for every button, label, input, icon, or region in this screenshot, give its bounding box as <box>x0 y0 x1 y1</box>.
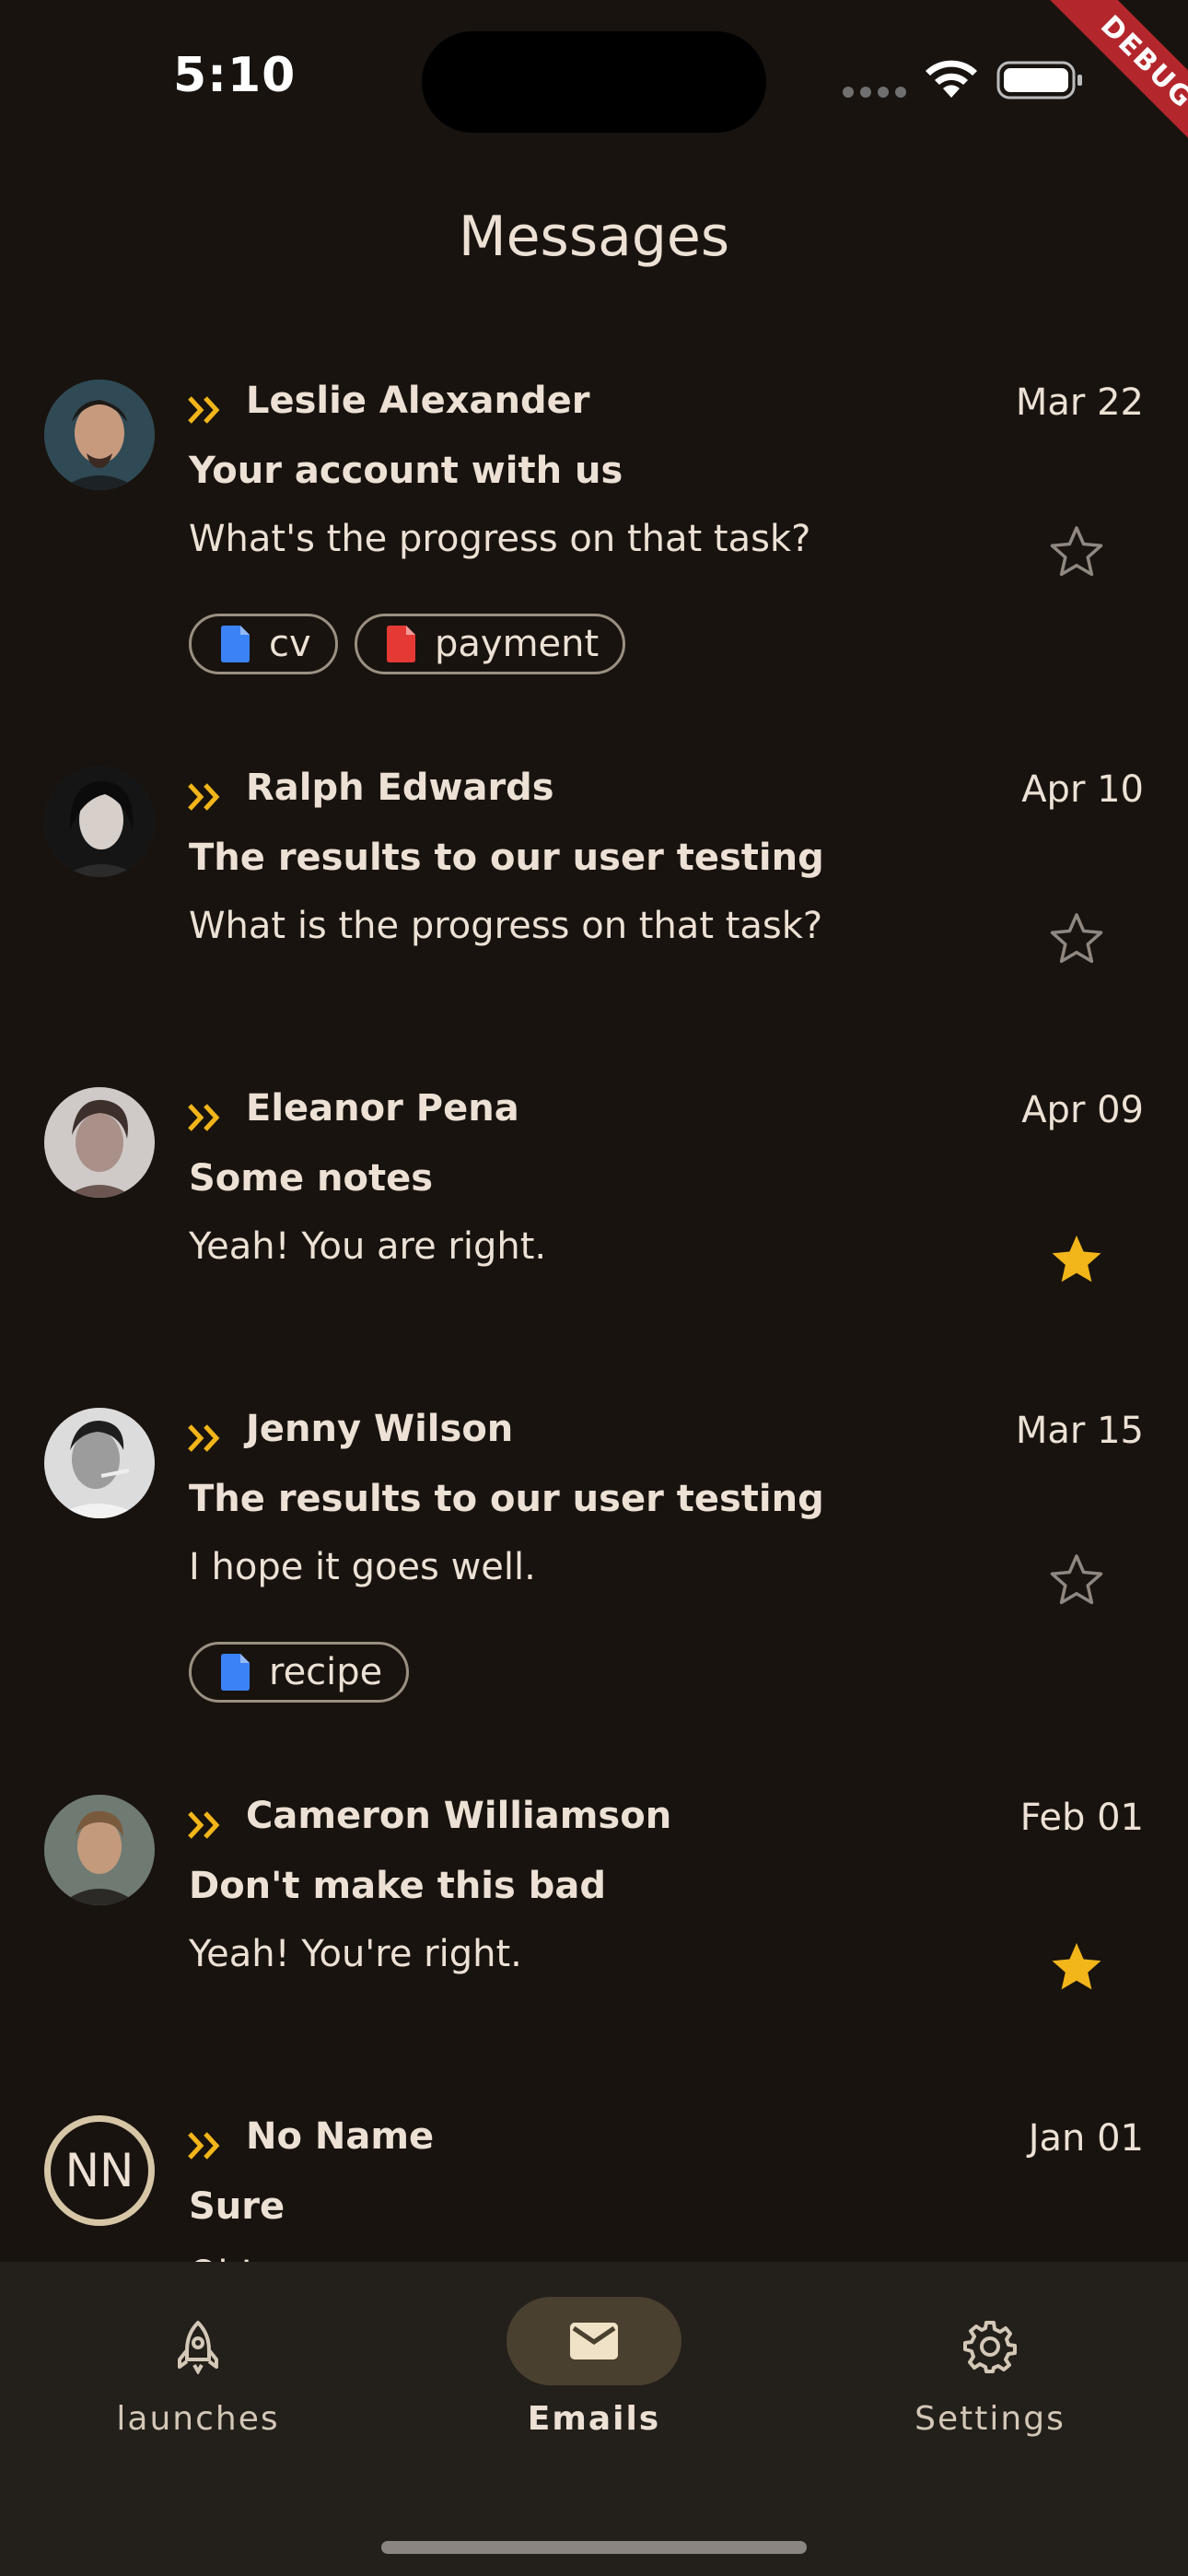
email-list-item[interactable]: Jenny Wilson Mar 15 The results to our u… <box>0 1388 1188 1756</box>
email-preview: What is the progress on that task? <box>189 905 823 947</box>
email-sender: No Name <box>246 2115 435 2158</box>
double-chevron-right-icon <box>188 2132 220 2160</box>
email-sender: Eleanor Pena <box>246 1087 519 1130</box>
gear-icon <box>963 2321 1017 2373</box>
dynamic-island <box>422 31 766 133</box>
avatar-photo <box>44 380 155 490</box>
double-chevron-right-icon <box>188 396 220 424</box>
email-subject: Some notes <box>189 1157 434 1200</box>
attachment-chip[interactable]: cv <box>189 614 338 674</box>
attachment-chip[interactable]: payment <box>355 614 626 674</box>
email-preview: What's the progress on that task? <box>189 518 811 560</box>
avatar-photo <box>44 767 155 877</box>
avatar-initials[interactable]: NN <box>44 2115 155 2226</box>
avatar[interactable] <box>44 1408 155 1518</box>
mail-icon <box>570 2323 618 2359</box>
attachment-label: payment <box>435 623 600 665</box>
email-preview: I hope it goes well. <box>189 1546 536 1588</box>
avatar[interactable] <box>44 380 155 490</box>
email-subject: Your account with us <box>189 450 623 492</box>
bottom-navigation-bar: launches Emails Settings <box>0 2262 1188 2576</box>
star-filled-icon[interactable] <box>1048 1938 1105 1996</box>
nav-label: Settings <box>914 2400 1066 2438</box>
nav-item-launches[interactable]: launches <box>60 2297 336 2453</box>
email-list[interactable]: Leslie Alexander Mar 22 Your account wit… <box>0 341 1188 2262</box>
star-outline-icon[interactable] <box>1048 910 1105 967</box>
nav-item-settings[interactable]: Settings <box>852 2297 1128 2453</box>
cellular-signal-icon <box>843 87 907 98</box>
email-preview: Ok! <box>189 2254 254 2262</box>
avatar[interactable] <box>44 1087 155 1198</box>
email-date: Apr 10 <box>1021 768 1144 811</box>
email-sender: Leslie Alexander <box>246 380 590 422</box>
nav-label: launches <box>116 2400 280 2438</box>
email-sender: Cameron Williamson <box>246 1795 672 1837</box>
avatar[interactable] <box>44 1795 155 1905</box>
email-subject: The results to our user testing <box>189 837 824 879</box>
attachment-chip[interactable]: recipe <box>189 1642 410 1703</box>
wifi-icon <box>926 60 977 98</box>
file-icon <box>221 1654 250 1691</box>
email-date: Apr 09 <box>1021 1089 1144 1131</box>
double-chevron-right-icon <box>188 1424 220 1452</box>
avatar-photo <box>44 1087 155 1198</box>
status-time: 5:10 <box>173 48 297 103</box>
star-outline-icon[interactable] <box>1048 523 1105 580</box>
avatar-photo <box>44 1408 155 1518</box>
star-outline-icon[interactable] <box>1048 1551 1105 1609</box>
battery-icon <box>996 61 1082 100</box>
email-sender: Ralph Edwards <box>246 767 554 809</box>
nav-label: Emails <box>527 2400 661 2438</box>
nav-item-emails[interactable]: Emails <box>456 2297 732 2453</box>
email-preview: Yeah! You're right. <box>189 1933 522 1975</box>
email-date: Mar 15 <box>1015 1410 1144 1452</box>
avatar[interactable] <box>44 767 155 877</box>
email-subject: Don't make this bad <box>189 1865 607 1907</box>
double-chevron-right-icon <box>188 1104 220 1131</box>
email-subject: The results to our user testing <box>189 1478 824 1520</box>
file-icon <box>387 626 415 662</box>
page-title: Messages <box>458 205 730 269</box>
email-list-item[interactable]: NN No Name Jan 01 Sure Ok! <box>0 2095 1188 2262</box>
email-date: Mar 22 <box>1015 381 1144 424</box>
email-list-item[interactable]: Eleanor Pena Apr 09 Some notes Yeah! You… <box>0 1067 1188 1362</box>
avatar-photo <box>44 1795 155 1905</box>
attachment-label: recipe <box>269 1651 383 1693</box>
email-list-item[interactable]: Leslie Alexander Mar 22 Your account wit… <box>0 359 1188 728</box>
email-list-item[interactable]: Ralph Edwards Apr 10 The results to our … <box>0 746 1188 1041</box>
home-indicator[interactable] <box>381 2541 807 2554</box>
attachment-label: cv <box>269 623 311 665</box>
email-subject: Sure <box>189 2185 285 2228</box>
rocket-icon <box>178 2321 218 2374</box>
email-date: Jan 01 <box>1028 2117 1144 2160</box>
status-bar: 5:10 DEBUG <box>0 0 1188 181</box>
email-list-item[interactable]: Cameron Williamson Feb 01 Don't make thi… <box>0 1774 1188 2069</box>
email-date: Feb 01 <box>1019 1797 1144 1839</box>
email-sender: Jenny Wilson <box>246 1408 514 1450</box>
file-icon <box>221 626 250 662</box>
email-preview: Yeah! You are right. <box>189 1225 547 1268</box>
star-filled-icon[interactable] <box>1048 1231 1105 1288</box>
double-chevron-right-icon <box>188 1811 220 1839</box>
double-chevron-right-icon <box>188 783 220 811</box>
